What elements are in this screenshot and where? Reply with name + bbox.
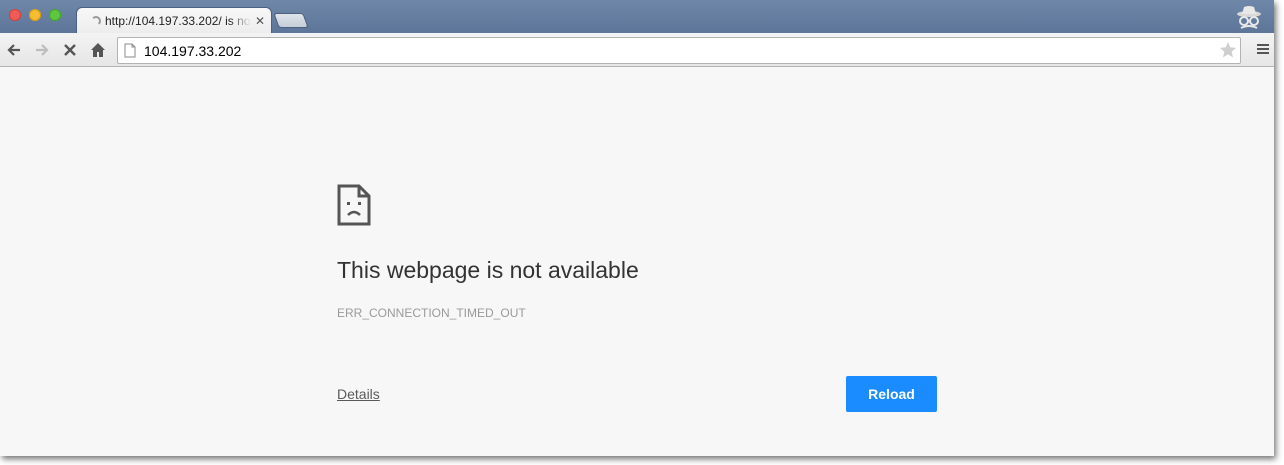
stop-icon [64, 44, 76, 56]
home-icon [91, 43, 105, 57]
home-button[interactable] [87, 39, 109, 61]
page-icon [124, 43, 136, 58]
stop-button[interactable] [59, 39, 81, 61]
sad-page-icon [337, 184, 371, 226]
star-icon[interactable] [1219, 41, 1237, 59]
back-button[interactable] [3, 39, 25, 61]
reload-button[interactable]: Reload [846, 376, 937, 412]
forward-button[interactable] [31, 39, 53, 61]
details-link[interactable]: Details [337, 386, 380, 402]
tab-title: http://104.197.33.202/ is not available [105, 14, 251, 28]
tab-close-icon[interactable]: ✕ [255, 14, 265, 28]
tab-strip: http://104.197.33.202/ is not available … [0, 0, 1274, 34]
address-bar[interactable] [117, 37, 1241, 64]
loading-spinner-icon [91, 16, 101, 26]
toolbar [0, 33, 1274, 67]
error-code: ERR_CONNECTION_TIMED_OUT [337, 306, 526, 320]
close-window-button[interactable] [9, 9, 21, 21]
forward-arrow-icon [36, 44, 49, 56]
tab-active[interactable]: http://104.197.33.202/ is not available … [76, 7, 272, 34]
minimize-window-button[interactable] [29, 9, 41, 21]
browser-window: http://104.197.33.202/ is not available … [0, 0, 1274, 456]
incognito-icon [1237, 6, 1261, 29]
error-page: This webpage is not available ERR_CONNEC… [0, 68, 1274, 456]
address-input[interactable] [144, 40, 1204, 61]
menu-icon[interactable] [1255, 41, 1271, 57]
zoom-window-button[interactable] [49, 9, 61, 21]
new-tab-button[interactable] [273, 13, 309, 28]
error-heading: This webpage is not available [337, 257, 639, 283]
back-arrow-icon [7, 44, 20, 56]
